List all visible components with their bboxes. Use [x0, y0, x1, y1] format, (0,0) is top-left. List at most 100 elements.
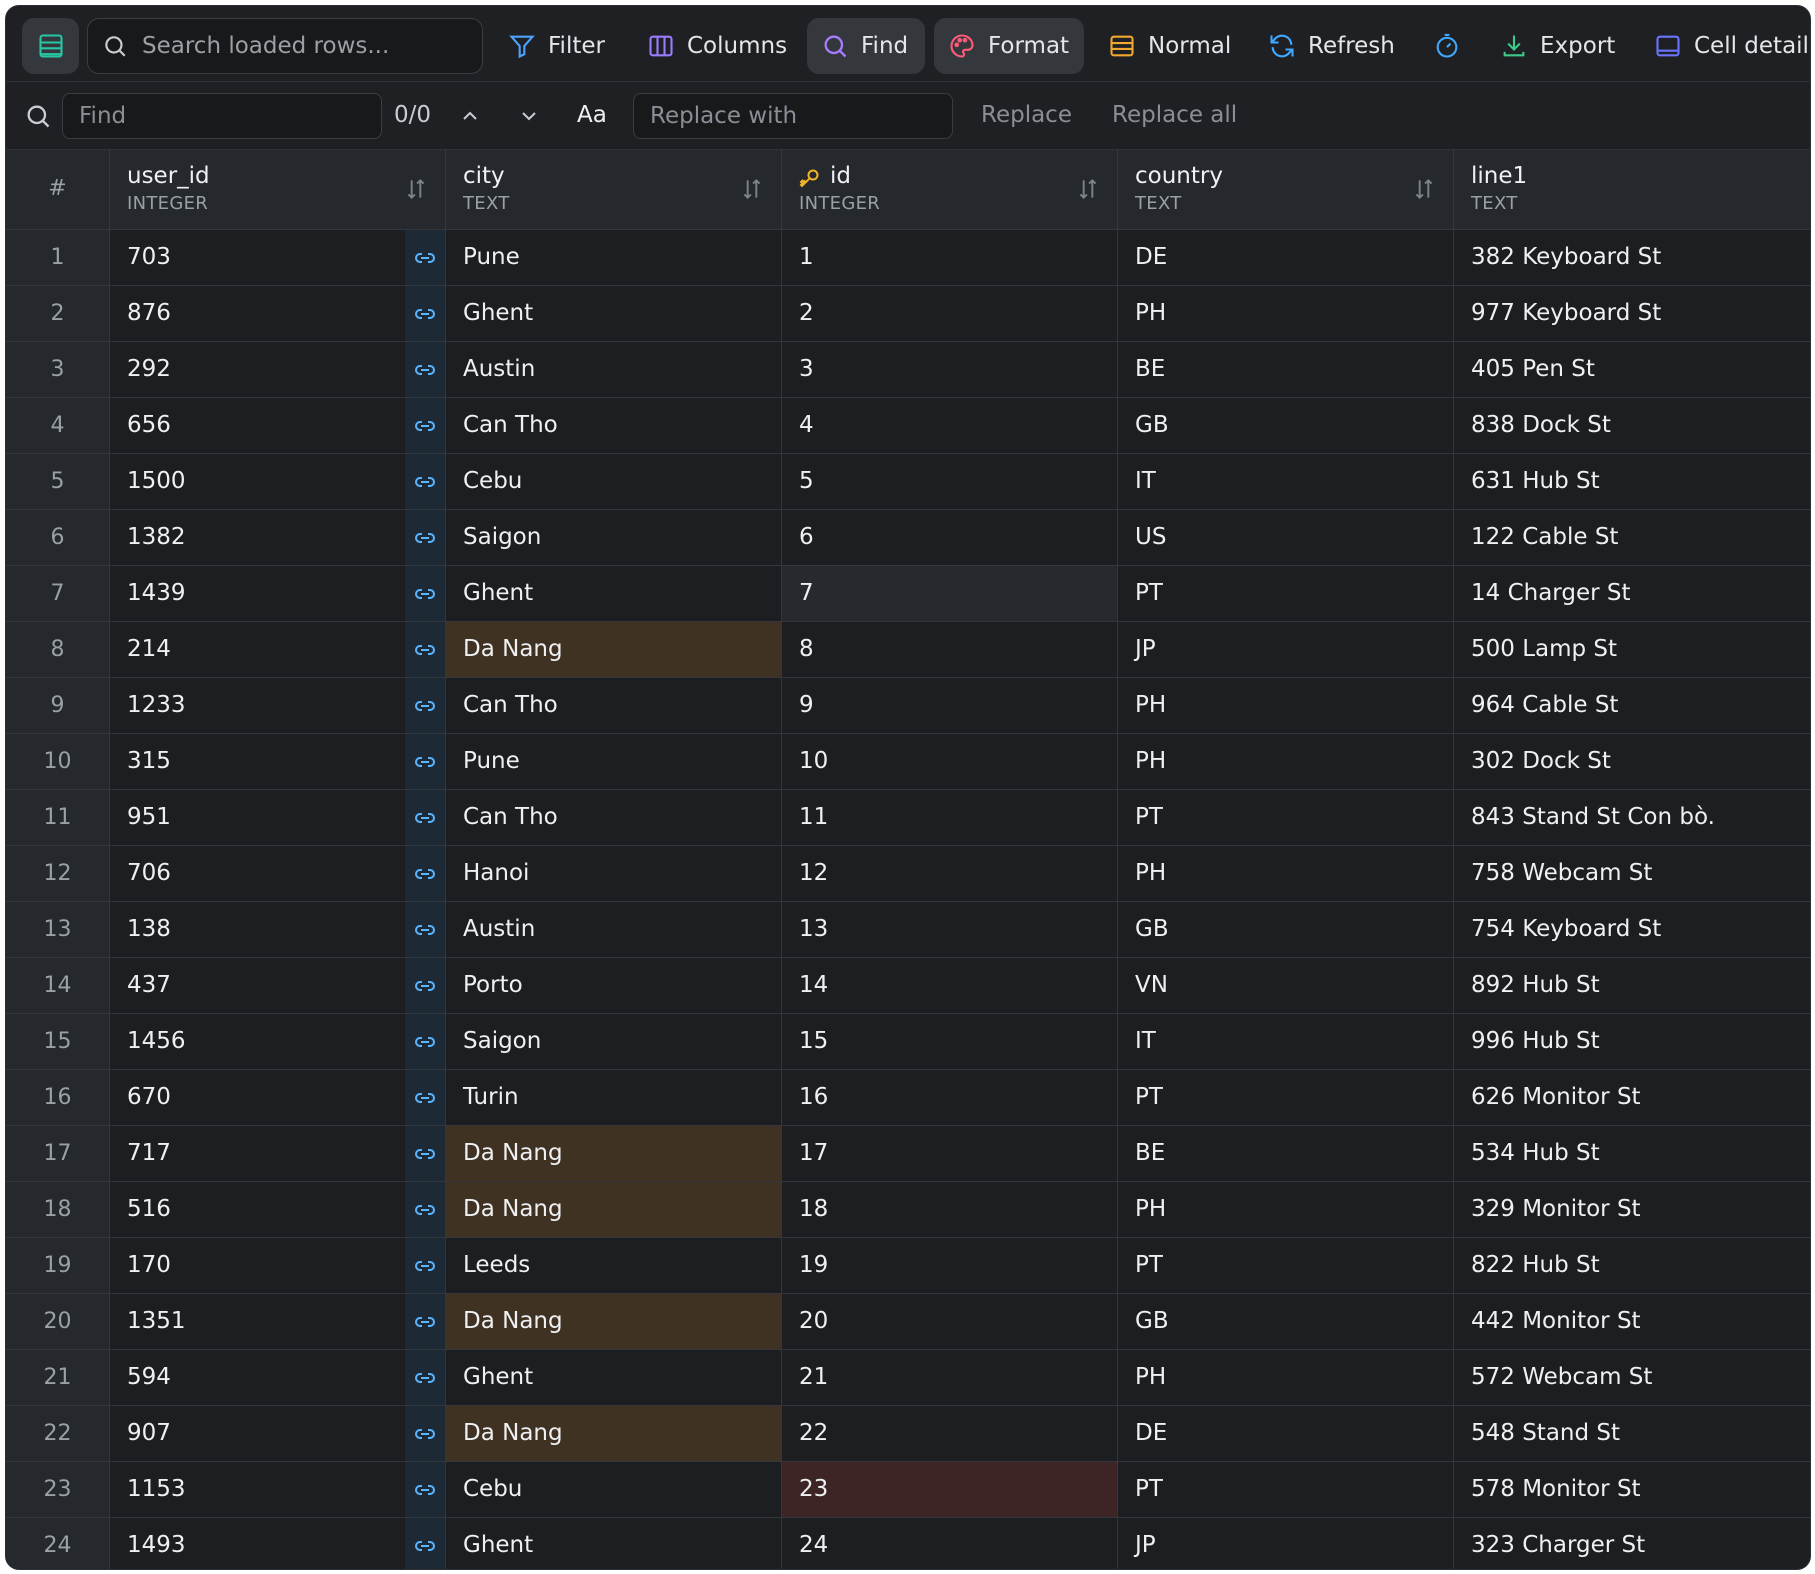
cell-city[interactable]: Da Nang [446, 1294, 782, 1349]
cell-line1[interactable]: 14 Charger St [1454, 566, 1810, 621]
foreign-key-link[interactable] [405, 454, 446, 509]
cell-country[interactable]: PH [1118, 734, 1454, 789]
cell-line1[interactable]: 548 Stand St [1454, 1406, 1810, 1461]
cell-country[interactable]: BE [1118, 342, 1454, 397]
refresh-button[interactable]: Refresh [1254, 18, 1409, 74]
cell-id[interactable]: 18 [782, 1182, 1118, 1237]
cell-id[interactable]: 11 [782, 790, 1118, 845]
table-row[interactable]: 14 437 Porto 14 VN 892 Hub St [6, 958, 1810, 1014]
cell-country[interactable]: GB [1118, 902, 1454, 957]
cell-user-id[interactable]: 656 [110, 398, 405, 453]
table-row[interactable]: 19 170 Leeds 19 PT 822 Hub St [6, 1238, 1810, 1294]
cell-user-id[interactable]: 1233 [110, 678, 405, 733]
foreign-key-link[interactable] [405, 1070, 446, 1125]
cell-detail-button[interactable]: Cell detail [1640, 18, 1810, 74]
table-row[interactable]: 17 717 Da Nang 17 BE 534 Hub St [6, 1126, 1810, 1182]
table-row[interactable]: 20 1351 Da Nang 20 GB 442 Monitor St [6, 1294, 1810, 1350]
cell-user-id[interactable]: 437 [110, 958, 405, 1013]
export-button[interactable]: Export [1486, 18, 1629, 74]
cell-id[interactable]: 1 [782, 230, 1118, 285]
table-row[interactable]: 11 951 Can Tho 11 PT 843 Stand St Con bò. [6, 790, 1810, 846]
chevron-down-icon[interactable] [517, 104, 541, 128]
column-header-country[interactable]: country TEXT [1118, 150, 1454, 230]
cell-user-id[interactable]: 907 [110, 1406, 405, 1461]
cell-line1[interactable]: 329 Monitor St [1454, 1182, 1810, 1237]
foreign-key-link[interactable] [405, 1126, 446, 1181]
cell-city[interactable]: Da Nang [446, 1182, 782, 1237]
cell-city[interactable]: Can Tho [446, 398, 782, 453]
cell-city[interactable]: Da Nang [446, 1406, 782, 1461]
cell-id[interactable]: 8 [782, 622, 1118, 677]
cell-id[interactable]: 19 [782, 1238, 1118, 1293]
find-button[interactable]: Find [807, 18, 925, 74]
cell-city[interactable]: Pune [446, 734, 782, 789]
cell-country[interactable]: PT [1118, 790, 1454, 845]
cell-country[interactable]: PH [1118, 1350, 1454, 1405]
cell-id[interactable]: 10 [782, 734, 1118, 789]
cell-city[interactable]: Saigon [446, 1014, 782, 1069]
cell-user-id[interactable]: 1382 [110, 510, 405, 565]
table-row[interactable]: 5 1500 Cebu 5 IT 631 Hub St [6, 454, 1810, 510]
replace-button[interactable]: Replace [981, 102, 1072, 128]
match-case-toggle[interactable]: Aa [577, 102, 607, 128]
foreign-key-link[interactable] [405, 846, 446, 901]
cell-user-id[interactable]: 876 [110, 286, 405, 341]
cell-id[interactable]: 24 [782, 1518, 1118, 1569]
foreign-key-link[interactable] [405, 1294, 446, 1349]
cell-id[interactable]: 21 [782, 1350, 1118, 1405]
cell-id[interactable]: 4 [782, 398, 1118, 453]
table-row[interactable]: 1 703 Pune 1 DE 382 Keyboard St [6, 230, 1810, 286]
foreign-key-link[interactable] [405, 790, 446, 845]
cell-line1[interactable]: 892 Hub St [1454, 958, 1810, 1013]
cell-id[interactable]: 16 [782, 1070, 1118, 1125]
cell-id[interactable]: 15 [782, 1014, 1118, 1069]
cell-line1[interactable]: 843 Stand St Con bò. [1454, 790, 1810, 845]
cell-country[interactable]: PH [1118, 678, 1454, 733]
cell-user-id[interactable]: 706 [110, 846, 405, 901]
timer-button[interactable] [1419, 18, 1487, 74]
cell-user-id[interactable]: 315 [110, 734, 405, 789]
cell-line1[interactable]: 302 Dock St [1454, 734, 1810, 789]
cell-id[interactable]: 20 [782, 1294, 1118, 1349]
cell-id[interactable]: 6 [782, 510, 1118, 565]
table-row[interactable]: 7 1439 Ghent 7 PT 14 Charger St [6, 566, 1810, 622]
cell-user-id[interactable]: 703 [110, 230, 405, 285]
cell-user-id[interactable]: 1351 [110, 1294, 405, 1349]
table-row[interactable]: 6 1382 Saigon 6 US 122 Cable St [6, 510, 1810, 566]
cell-city[interactable]: Ghent [446, 1518, 782, 1569]
format-button[interactable]: Format [934, 18, 1084, 74]
cell-country[interactable]: GB [1118, 398, 1454, 453]
foreign-key-link[interactable] [405, 1518, 446, 1569]
sort-icon[interactable] [1075, 176, 1101, 202]
cell-country[interactable]: PH [1118, 846, 1454, 901]
cell-id[interactable]: 22 [782, 1406, 1118, 1461]
cell-line1[interactable]: 405 Pen St [1454, 342, 1810, 397]
column-header-city[interactable]: city TEXT [446, 150, 782, 230]
cell-line1[interactable]: 534 Hub St [1454, 1126, 1810, 1181]
cell-id[interactable]: 2 [782, 286, 1118, 341]
cell-country[interactable]: BE [1118, 1126, 1454, 1181]
table-row[interactable]: 21 594 Ghent 21 PH 572 Webcam St [6, 1350, 1810, 1406]
cell-line1[interactable]: 572 Webcam St [1454, 1350, 1810, 1405]
cell-user-id[interactable]: 1439 [110, 566, 405, 621]
cell-user-id[interactable]: 1456 [110, 1014, 405, 1069]
cell-line1[interactable]: 122 Cable St [1454, 510, 1810, 565]
search-input[interactable] [142, 33, 462, 59]
cell-line1[interactable]: 382 Keyboard St [1454, 230, 1810, 285]
cell-country[interactable]: PH [1118, 286, 1454, 341]
cell-city[interactable]: Da Nang [446, 1126, 782, 1181]
cell-user-id[interactable]: 951 [110, 790, 405, 845]
column-header-user-id[interactable]: user_id INTEGER [110, 150, 446, 230]
table-row[interactable]: 18 516 Da Nang 18 PH 329 Monitor St [6, 1182, 1810, 1238]
cell-line1[interactable]: 442 Monitor St [1454, 1294, 1810, 1349]
cell-user-id[interactable]: 1500 [110, 454, 405, 509]
foreign-key-link[interactable] [405, 1462, 446, 1517]
sort-icon[interactable] [739, 176, 765, 202]
cell-user-id[interactable]: 1493 [110, 1518, 405, 1569]
cell-city[interactable]: Can Tho [446, 678, 782, 733]
cell-country[interactable]: PT [1118, 566, 1454, 621]
cell-id[interactable]: 12 [782, 846, 1118, 901]
table-row[interactable]: 24 1493 Ghent 24 JP 323 Charger St [6, 1518, 1810, 1569]
foreign-key-link[interactable] [405, 230, 446, 285]
foreign-key-link[interactable] [405, 958, 446, 1013]
